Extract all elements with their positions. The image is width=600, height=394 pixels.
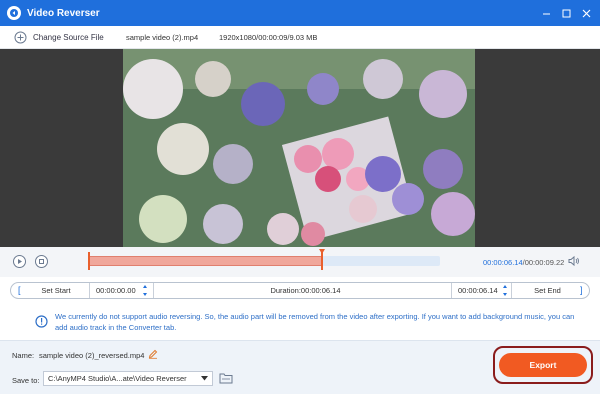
timecode: 00:00:06.14/00:00:09.22 <box>483 258 564 267</box>
pencil-icon[interactable] <box>148 349 158 359</box>
stop-icon <box>39 259 44 264</box>
duration-display: Duration:00:00:06.14 <box>153 283 451 298</box>
source-bar: Change Source File sample video (2).mp4 … <box>0 26 600 49</box>
save-to-label: Save to: <box>12 376 40 385</box>
notice-text: We currently do not support audio revers… <box>55 312 575 332</box>
play-button[interactable] <box>13 255 26 268</box>
flower-bouquet-image <box>123 49 475 247</box>
end-handle[interactable] <box>321 252 324 270</box>
start-time-value: 00:00:00.00 <box>96 286 136 295</box>
end-time-value: 00:00:06.14 <box>458 286 498 295</box>
maximize-button[interactable] <box>558 5 574 21</box>
volume-button[interactable] <box>568 255 580 269</box>
set-end-button[interactable]: Set End <box>511 283 583 298</box>
minimize-button[interactable] <box>538 5 554 21</box>
start-time-stepper[interactable] <box>141 285 149 296</box>
source-file-name: sample video (2).mp4 <box>126 33 199 42</box>
change-source-file-button[interactable]: Change Source File <box>14 31 104 44</box>
playback-bar: 00:00:06.14/00:00:09.22 <box>0 247 600 277</box>
close-button[interactable] <box>578 5 594 21</box>
chevron-down-icon <box>200 376 208 381</box>
app-logo-icon <box>7 6 21 20</box>
stop-button[interactable] <box>35 255 48 268</box>
save-path-dropdown[interactable] <box>195 371 213 386</box>
video-frame <box>123 49 475 247</box>
total-time: /00:00:09.22 <box>522 258 565 267</box>
name-label: Name: <box>12 351 35 360</box>
change-source-label: Change Source File <box>33 32 104 42</box>
window-title: Video Reverser <box>27 7 100 19</box>
end-time-stepper[interactable] <box>501 285 509 296</box>
start-time-field[interactable]: 00:00:00.00 <box>89 283 149 298</box>
trim-range-bar: [ Set Start 00:00:00.00 Duration:00:00:0… <box>10 282 590 299</box>
save-path-value: C:\AnyMP4 Studio\A...ate\Video Reverser <box>48 374 187 383</box>
duration-value: Duration:00:00:06.14 <box>270 286 341 295</box>
timeline-track[interactable] <box>88 249 440 270</box>
folder-icon[interactable] <box>219 372 233 384</box>
play-icon <box>18 259 22 264</box>
set-start-button[interactable]: Set Start <box>25 283 87 298</box>
start-handle[interactable] <box>88 252 90 270</box>
volume-icon <box>568 255 579 267</box>
export-label: Export <box>529 360 557 370</box>
output-panel: Name: sample video (2)_reversed.mp4 Save… <box>0 340 600 394</box>
timeline-selection <box>88 256 323 266</box>
title-bar: Video Reverser <box>0 0 600 26</box>
export-highlight: Export <box>493 346 593 384</box>
end-bracket-icon: ] <box>580 285 583 295</box>
source-file-info: 1920x1080/00:00:09/9.03 MB <box>219 33 318 42</box>
video-preview-area <box>0 49 600 247</box>
info-icon <box>35 315 48 328</box>
current-time: 00:00:06.14 <box>483 258 523 267</box>
output-name-value: sample video (2)_reversed.mp4 <box>39 351 145 360</box>
set-end-label: Set End <box>534 286 561 295</box>
save-path-field[interactable]: C:\AnyMP4 Studio\A...ate\Video Reverser <box>43 371 213 386</box>
set-start-label: Set Start <box>41 286 71 295</box>
export-button[interactable]: Export <box>499 353 587 377</box>
add-circle-icon <box>14 31 27 43</box>
start-bracket-icon: [ <box>18 285 21 295</box>
playhead-marker[interactable] <box>319 249 326 254</box>
audio-notice: We currently do not support audio revers… <box>0 305 600 337</box>
